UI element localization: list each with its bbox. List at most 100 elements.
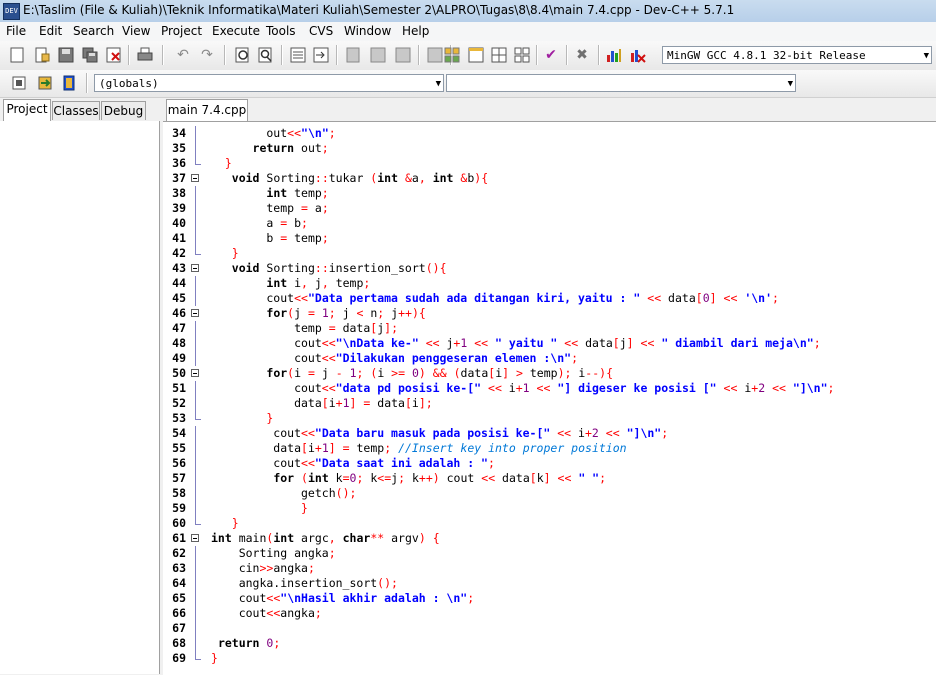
menu-edit[interactable]: Edit xyxy=(39,24,62,38)
code-line[interactable]: 46 for(j = 1; j < n; j++){ xyxy=(163,306,936,321)
fold-collapse-icon[interactable] xyxy=(189,261,205,276)
code-line[interactable]: 48 cout<<"\nData ke-" << j+1 << " yaitu … xyxy=(163,336,936,351)
window-icon[interactable] xyxy=(466,45,486,65)
code-text: cin>>angka; xyxy=(211,561,315,575)
new-class-icon[interactable] xyxy=(9,73,29,93)
code-line[interactable]: 65 cout<<"\nHasil akhir adalah : \n"; xyxy=(163,591,936,606)
code-line[interactable]: 39 temp = a; xyxy=(163,201,936,216)
tab-classes[interactable]: Classes xyxy=(52,101,100,120)
open-file-icon[interactable] xyxy=(32,45,52,65)
member-select[interactable]: ▼ xyxy=(446,74,796,92)
code-line[interactable]: 51 cout<<"data pd posisi ke-[" << i+1 <<… xyxy=(163,381,936,396)
code-line[interactable]: 66 cout<<angka; xyxy=(163,606,936,621)
tab-main-7-4-cpp[interactable]: main 7.4.cpp xyxy=(166,99,248,121)
uncomment-icon[interactable] xyxy=(393,45,413,65)
code-text: temp = data[j]; xyxy=(211,321,399,335)
fold-collapse-icon[interactable] xyxy=(189,171,205,186)
line-number: 64 xyxy=(172,576,186,590)
code-line[interactable]: 64 angka.insertion_sort(); xyxy=(163,576,936,591)
code-line[interactable]: 68 return 0; xyxy=(163,636,936,651)
code-line[interactable]: 34 out<<"\n"; xyxy=(163,126,936,141)
code-line[interactable]: 69} xyxy=(163,651,936,666)
menu-help[interactable]: Help xyxy=(402,24,429,38)
code-line[interactable]: 53 } xyxy=(163,411,936,426)
modules-icon[interactable] xyxy=(512,45,532,65)
tile-icon[interactable] xyxy=(489,45,509,65)
goto-line-icon[interactable] xyxy=(288,45,308,65)
code-text: void Sorting::tukar (int &a, int &b){ xyxy=(231,171,489,185)
code-line[interactable]: 61 int main(int argc, char** argv) { xyxy=(163,531,936,546)
undo-icon[interactable]: ↶ xyxy=(173,45,193,65)
code-line[interactable]: 57 for (int k=0; k<=j; k++) cout << data… xyxy=(163,471,936,486)
project-panel[interactable] xyxy=(0,121,160,674)
code-line[interactable]: 37 void Sorting::tukar (int &a, int &b){ xyxy=(163,171,936,186)
code-line[interactable]: 52 data[i+1] = data[i]; xyxy=(163,396,936,411)
code-text: b = temp; xyxy=(211,231,329,245)
code-line[interactable]: 42 } xyxy=(163,246,936,261)
code-line[interactable]: 63 cin>>angka; xyxy=(163,561,936,576)
save-icon[interactable] xyxy=(56,45,76,65)
new-file-icon[interactable] xyxy=(7,45,27,65)
comment-icon[interactable] xyxy=(368,45,388,65)
line-number: 51 xyxy=(172,381,186,395)
fold-collapse-icon[interactable] xyxy=(189,531,205,546)
code-line[interactable]: 45 cout<<"Data pertama sudah ada ditanga… xyxy=(163,291,936,306)
code-line[interactable]: 54 cout<<"Data baru masuk pada posisi ke… xyxy=(163,426,936,441)
find-icon[interactable] xyxy=(233,45,253,65)
stop-icon[interactable]: ✖ xyxy=(572,45,592,65)
tab-project[interactable]: Project xyxy=(3,99,51,121)
code-text: a = b; xyxy=(211,216,308,230)
menu-execute[interactable]: Execute xyxy=(212,24,260,38)
code-line[interactable]: 40 a = b; xyxy=(163,216,936,231)
fold-collapse-icon[interactable] xyxy=(189,306,205,321)
menu-file[interactable]: File xyxy=(6,24,26,38)
menu-view[interactable]: View xyxy=(122,24,150,38)
close-file-icon[interactable] xyxy=(104,45,124,65)
check-syntax-icon[interactable]: ✔ xyxy=(541,45,561,65)
code-line[interactable]: 41 b = temp; xyxy=(163,231,936,246)
code-line[interactable]: 58 getch(); xyxy=(163,486,936,501)
tab-debug[interactable]: Debug xyxy=(101,101,146,120)
code-line[interactable]: 49 cout<<"Dilakukan penggeseran elemen :… xyxy=(163,351,936,366)
menu-project[interactable]: Project xyxy=(161,24,202,38)
code-line[interactable]: 56 cout<<"Data saat ini adalah : "; xyxy=(163,456,936,471)
code-text: Sorting angka; xyxy=(211,546,336,560)
print-icon[interactable] xyxy=(135,45,155,65)
code-line[interactable]: 59 } xyxy=(163,501,936,516)
line-number: 53 xyxy=(172,411,186,425)
code-line[interactable]: 43 void Sorting::insertion_sort(){ xyxy=(163,261,936,276)
code-line[interactable]: 44 int i, j, temp; xyxy=(163,276,936,291)
insert-icon[interactable] xyxy=(35,73,55,93)
menu-search[interactable]: Search xyxy=(73,24,114,38)
indent-icon[interactable] xyxy=(311,45,331,65)
save-all-icon[interactable] xyxy=(80,45,100,65)
code-line[interactable]: 62 Sorting angka; xyxy=(163,546,936,561)
code-line[interactable]: 55 data[i+1] = temp; //Insert key into p… xyxy=(163,441,936,456)
toggle-bookmark-icon[interactable] xyxy=(343,45,363,65)
code-line[interactable]: 60 } xyxy=(163,516,936,531)
compiler-select[interactable]: MinGW GCC 4.8.1 32-bit Release ▼ xyxy=(662,46,932,64)
code-text: data[i+1] = data[i]; xyxy=(211,396,433,410)
replace-icon[interactable] xyxy=(256,45,276,65)
code-line[interactable]: 67 xyxy=(163,621,936,636)
redo-icon[interactable]: ↷ xyxy=(197,45,217,65)
profile-chart-icon[interactable] xyxy=(604,45,624,65)
delete-profile-icon[interactable] xyxy=(628,45,648,65)
devcpp-app-icon[interactable]: DEV xyxy=(3,3,20,20)
code-line[interactable]: 50 for(i = j - 1; (i >= 0) && (data[i] >… xyxy=(163,366,936,381)
code-editor[interactable]: 34 out<<"\n"; 35 return out; 36 } 37 void S… xyxy=(163,121,936,675)
grid-view-icon[interactable] xyxy=(442,45,462,65)
code-line[interactable]: 47 temp = data[j]; xyxy=(163,321,936,336)
menu-window[interactable]: Window xyxy=(344,24,391,38)
code-line[interactable]: 36 } xyxy=(163,156,936,171)
menu-cvs[interactable]: CVS xyxy=(309,24,333,38)
toggle-icon[interactable] xyxy=(59,73,79,93)
code-text: data[i+1] = temp; //Insert key into prop… xyxy=(211,441,627,455)
fold-guide xyxy=(189,471,205,486)
fold-collapse-icon[interactable] xyxy=(189,366,205,381)
code-line[interactable]: 38 int temp; xyxy=(163,186,936,201)
menu-tools[interactable]: Tools xyxy=(266,24,296,38)
code-line[interactable]: 35 return out; xyxy=(163,141,936,156)
scope-select[interactable]: (globals) ▼ xyxy=(94,74,444,92)
code-text: } xyxy=(231,516,239,530)
